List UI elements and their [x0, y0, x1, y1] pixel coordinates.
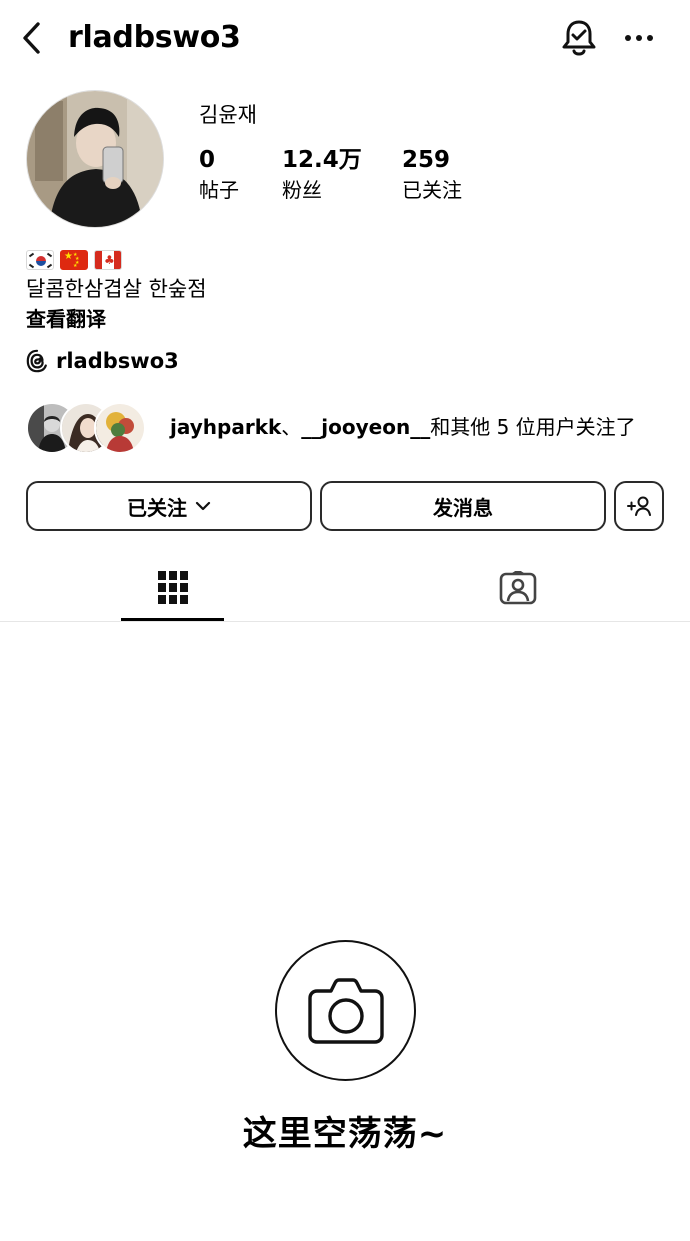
suggest-users-button[interactable] [614, 481, 664, 531]
more-options-button[interactable] [618, 20, 660, 56]
tab-divider [0, 621, 690, 622]
more-horizontal-icon [625, 35, 653, 41]
add-user-icon [627, 496, 651, 516]
stat-followers-value: 12.4万 [282, 147, 362, 173]
tab-posts-grid[interactable] [121, 556, 224, 620]
profile-avatar[interactable] [26, 90, 164, 228]
profile-username: rladbswo3 [68, 20, 241, 55]
following-button-label: 已关注 [127, 495, 187, 520]
stat-followers[interactable]: 12.4万 粉丝 [282, 144, 362, 204]
chevron-down-icon [195, 501, 211, 511]
mutual-followers-avatars[interactable] [26, 402, 146, 454]
stat-following[interactable]: 259 已关注 [402, 144, 462, 204]
threads-handle: rladbswo3 [56, 349, 179, 373]
canada-flag-icon: ♣ [94, 250, 122, 270]
mutual-user-2[interactable]: __jooyeon__ [301, 415, 430, 439]
stat-posts-label: 帖子 [199, 178, 239, 202]
following-button[interactable]: 已关注 [26, 481, 312, 531]
chevron-left-icon [23, 22, 40, 54]
south-korea-flag-icon [26, 250, 54, 270]
camera-icon [307, 977, 384, 1044]
avatar-photo [27, 91, 163, 227]
bio-text: 달콤한삼겹살 한숲점 [26, 277, 207, 301]
threads-link[interactable]: rladbswo3 [26, 346, 179, 376]
mutual-user-1[interactable]: jayhparkk [170, 415, 281, 439]
tagged-user-icon [499, 571, 536, 605]
notifications-button[interactable] [558, 16, 600, 60]
stat-posts[interactable]: 0 帖子 [199, 144, 239, 204]
empty-state-text: 这里空荡荡~ [242, 1114, 448, 1154]
message-button-label: 发消息 [433, 495, 493, 520]
message-button[interactable]: 发消息 [320, 481, 606, 531]
bio-flags: ★ ★ ★ ★ ★ ♣ [26, 246, 122, 274]
mutual-avatar [94, 402, 146, 454]
threads-icon [26, 349, 47, 373]
china-flag-icon: ★ ★ ★ ★ ★ [60, 250, 88, 270]
stat-following-label: 已关注 [402, 178, 462, 202]
bell-check-icon [562, 20, 596, 56]
stat-followers-label: 粉丝 [282, 178, 322, 202]
mutual-suffix: 和其他 5 位用户关注了 [430, 415, 636, 439]
stat-following-value: 259 [402, 147, 451, 173]
mutual-separator: 、 [281, 415, 302, 439]
mutual-followers-text[interactable]: jayhparkk、__jooyeon__和其他 5 位用户关注了 [170, 410, 636, 444]
empty-state-icon-circle [275, 940, 416, 1081]
stat-posts-value: 0 [199, 147, 216, 173]
see-translation-link[interactable]: 查看翻译 [26, 304, 106, 334]
tab-tagged[interactable] [466, 556, 569, 620]
grid-icon [157, 571, 188, 604]
display-name: 김윤재 [199, 103, 257, 127]
back-button[interactable] [14, 18, 50, 58]
